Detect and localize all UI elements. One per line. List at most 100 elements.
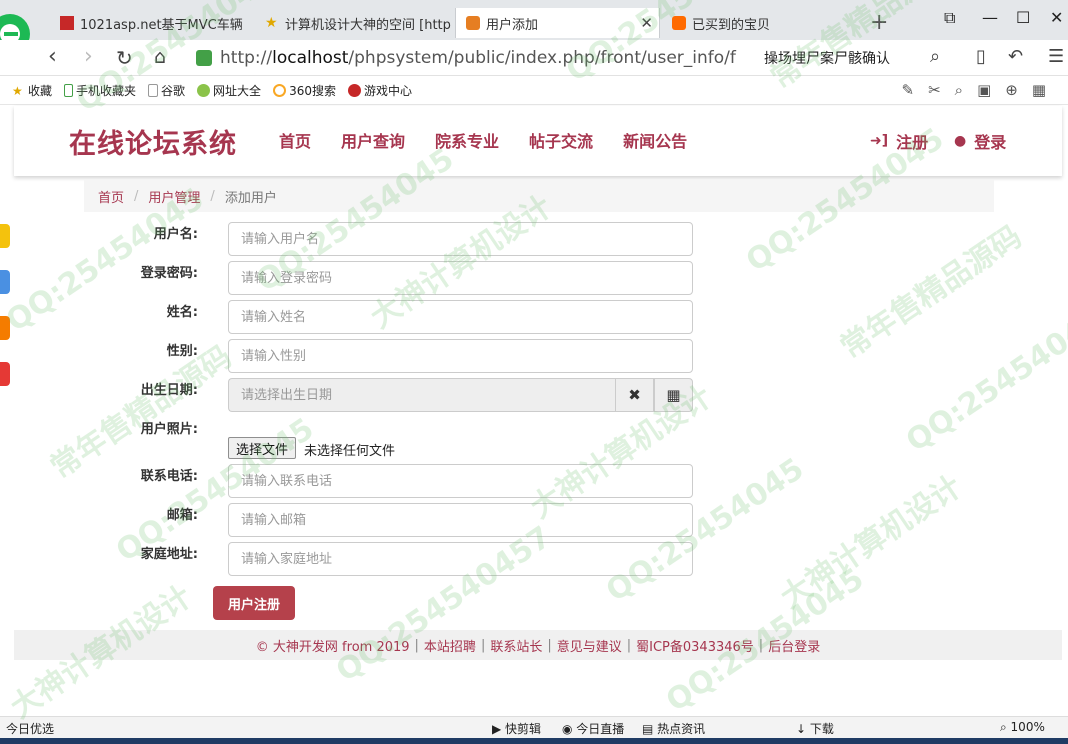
- nav-posts[interactable]: 帖子交流: [529, 128, 593, 152]
- directory-icon: [197, 84, 211, 97]
- clear-date-icon[interactable]: ✖: [615, 378, 654, 412]
- url-path: /phpsystem/public/index.php/front/user_i…: [348, 48, 736, 68]
- bookmark-games[interactable]: 游戏中心: [347, 82, 412, 99]
- footer-link-admin[interactable]: 后台登录: [768, 636, 820, 655]
- footer-separator: |: [480, 637, 486, 653]
- photo-label: 用户照片:: [140, 422, 198, 437]
- password-input[interactable]: [228, 261, 693, 295]
- taobao-favicon-icon: [672, 16, 686, 30]
- red-favicon-icon: [60, 16, 74, 30]
- breadcrumb-home[interactable]: 首页: [98, 187, 124, 206]
- site-brand[interactable]: 在线论坛系统: [69, 122, 237, 161]
- status-quick-edit[interactable]: ▶ 快剪辑: [492, 720, 541, 737]
- form-row-birthday: 出生日期: ✖ ▦: [0, 378, 700, 414]
- play-icon: ▶: [492, 722, 506, 736]
- footer-separator: |: [547, 637, 552, 653]
- register-label: 注册: [896, 133, 929, 152]
- home-icon[interactable]: ⌂: [154, 46, 166, 68]
- username-label: 用户名:: [153, 227, 198, 242]
- login-link[interactable]: ● 登录: [954, 129, 1006, 153]
- close-window-button[interactable]: ✕: [1050, 8, 1063, 27]
- address-label: 家庭地址:: [140, 547, 198, 562]
- footer-icp[interactable]: 蜀ICP备0343346号: [636, 636, 754, 655]
- register-submit-button[interactable]: 用户注册: [213, 586, 295, 620]
- status-hot-news[interactable]: ▤ 热点资讯: [642, 720, 705, 737]
- bookmark-label: 谷歌: [161, 84, 186, 98]
- breadcrumb-current: 添加用户: [224, 190, 277, 206]
- game-icon: [347, 84, 361, 97]
- os-taskbar: [0, 738, 1068, 744]
- footer-link-jobs[interactable]: 本站招聘: [424, 636, 476, 655]
- main-nav: 首页 用户查询 院系专业 帖子交流 新闻公告: [279, 128, 717, 152]
- nav-user-query[interactable]: 用户查询: [341, 128, 405, 152]
- url-host: localhost: [272, 48, 349, 68]
- calendar-icon[interactable]: ▦: [654, 378, 693, 412]
- search-input[interactable]: 操场埋尸案尸骸确认: [764, 48, 890, 68]
- tab-1021asp[interactable]: 1021asp.net基于MVC车辆: [50, 8, 250, 38]
- minimize-button[interactable]: —: [982, 8, 998, 27]
- footer-link-feedback[interactable]: 意见与建议: [557, 636, 622, 655]
- status-today-picks[interactable]: 今日优选: [6, 720, 54, 737]
- footer-copyright: © 大神开发网 from 2019: [255, 639, 410, 655]
- gender-input[interactable]: [228, 339, 693, 373]
- footer-link-contact[interactable]: 联系站长: [490, 636, 542, 655]
- back-button[interactable]: ‹: [48, 44, 57, 69]
- phone-input[interactable]: [228, 464, 693, 498]
- new-tab-button[interactable]: +: [870, 10, 888, 35]
- nav-departments[interactable]: 院系专业: [435, 128, 499, 152]
- nav-news[interactable]: 新闻公告: [623, 128, 687, 152]
- site-header: 在线论坛系统 首页 用户查询 院系专业 帖子交流 新闻公告 ➜] 注册 ● 登录: [14, 106, 1062, 176]
- bookmark-360search[interactable]: 360搜索: [273, 82, 336, 99]
- bookmark-favorites[interactable]: ★ 收藏: [12, 82, 52, 99]
- tab-label: 1021asp.net基于MVC车辆: [80, 17, 243, 33]
- bookmark-directory[interactable]: 网址大全: [197, 82, 261, 99]
- phone-icon[interactable]: ▯: [976, 46, 986, 67]
- browser-status-bar: 今日优选 ▶ 快剪辑 ◉ 今日直播 ▤ 热点资讯 ↓ 下载 ⌕ 100%: [0, 716, 1068, 738]
- reload-icon[interactable]: ↻: [116, 46, 133, 70]
- page-content: 在线论坛系统 首页 用户查询 院系专业 帖子交流 新闻公告 ➜] 注册 ● 登录…: [0, 106, 1068, 716]
- status-download[interactable]: ↓ 下载: [796, 720, 834, 737]
- bookmark-label: 360搜索: [289, 84, 336, 98]
- user-icon: ●: [954, 133, 967, 149]
- forward-button[interactable]: ›: [84, 44, 93, 69]
- tab-label: 用户添加: [486, 17, 539, 33]
- status-label: 下载: [809, 722, 834, 736]
- email-label: 邮箱:: [166, 508, 198, 523]
- menu-icon[interactable]: ☰: [1048, 46, 1064, 67]
- choose-file-button[interactable]: 选择文件: [228, 437, 297, 459]
- url-protocol: http://: [220, 48, 273, 68]
- status-zoom[interactable]: ⌕ 100%: [1000, 720, 1045, 735]
- password-label: 登录密码:: [140, 266, 198, 281]
- phone-icon: [64, 84, 74, 97]
- tab-label: 计算机设计大神的空间 [http: [285, 17, 451, 33]
- toolbar-icons[interactable]: ✎✂⌕▣⊕▦: [902, 81, 1060, 99]
- search-icon[interactable]: ⌕: [930, 46, 940, 67]
- tab-label: 已买到的宝贝: [692, 17, 771, 33]
- form-row-email: 邮箱:: [0, 503, 700, 539]
- restore-icon[interactable]: ⧉: [944, 8, 955, 28]
- address-bar[interactable]: http://localhost/phpsystem/public/index.…: [196, 44, 742, 72]
- birthday-label: 出生日期:: [140, 383, 198, 398]
- breadcrumb-user-management[interactable]: 用户管理: [148, 187, 200, 206]
- form-row-username: 用户名:: [0, 222, 700, 258]
- tab-purchased[interactable]: 已买到的宝贝: [662, 8, 862, 38]
- bookmark-google[interactable]: 谷歌: [148, 82, 185, 99]
- username-input[interactable]: [228, 222, 693, 256]
- email-input[interactable]: [228, 503, 693, 537]
- nav-home[interactable]: 首页: [279, 128, 311, 152]
- maximize-button[interactable]: ☐: [1016, 8, 1030, 27]
- tab-user-add[interactable]: 用户添加 ✕: [455, 8, 660, 38]
- status-live[interactable]: ◉ 今日直播: [562, 720, 624, 737]
- phone-label: 联系电话:: [140, 469, 198, 484]
- undo-icon[interactable]: ↶: [1008, 46, 1023, 67]
- breadcrumb: 首页 / 用户管理 / 添加用户: [84, 180, 994, 212]
- close-icon[interactable]: ✕: [640, 14, 653, 32]
- bookmark-label: 游戏中心: [363, 84, 412, 98]
- browser-toolbar: ‹ › ↻ ⌂ http://localhost/phpsystem/publi…: [0, 40, 1068, 76]
- realname-input[interactable]: [228, 300, 693, 334]
- address-input[interactable]: [228, 542, 693, 576]
- tab-designer-space[interactable]: ★ 计算机设计大神的空间 [http: [255, 8, 455, 38]
- register-link[interactable]: ➜] 注册: [870, 129, 928, 153]
- birthday-input[interactable]: [228, 378, 615, 412]
- bookmark-mobile[interactable]: 手机收藏夹: [64, 82, 136, 99]
